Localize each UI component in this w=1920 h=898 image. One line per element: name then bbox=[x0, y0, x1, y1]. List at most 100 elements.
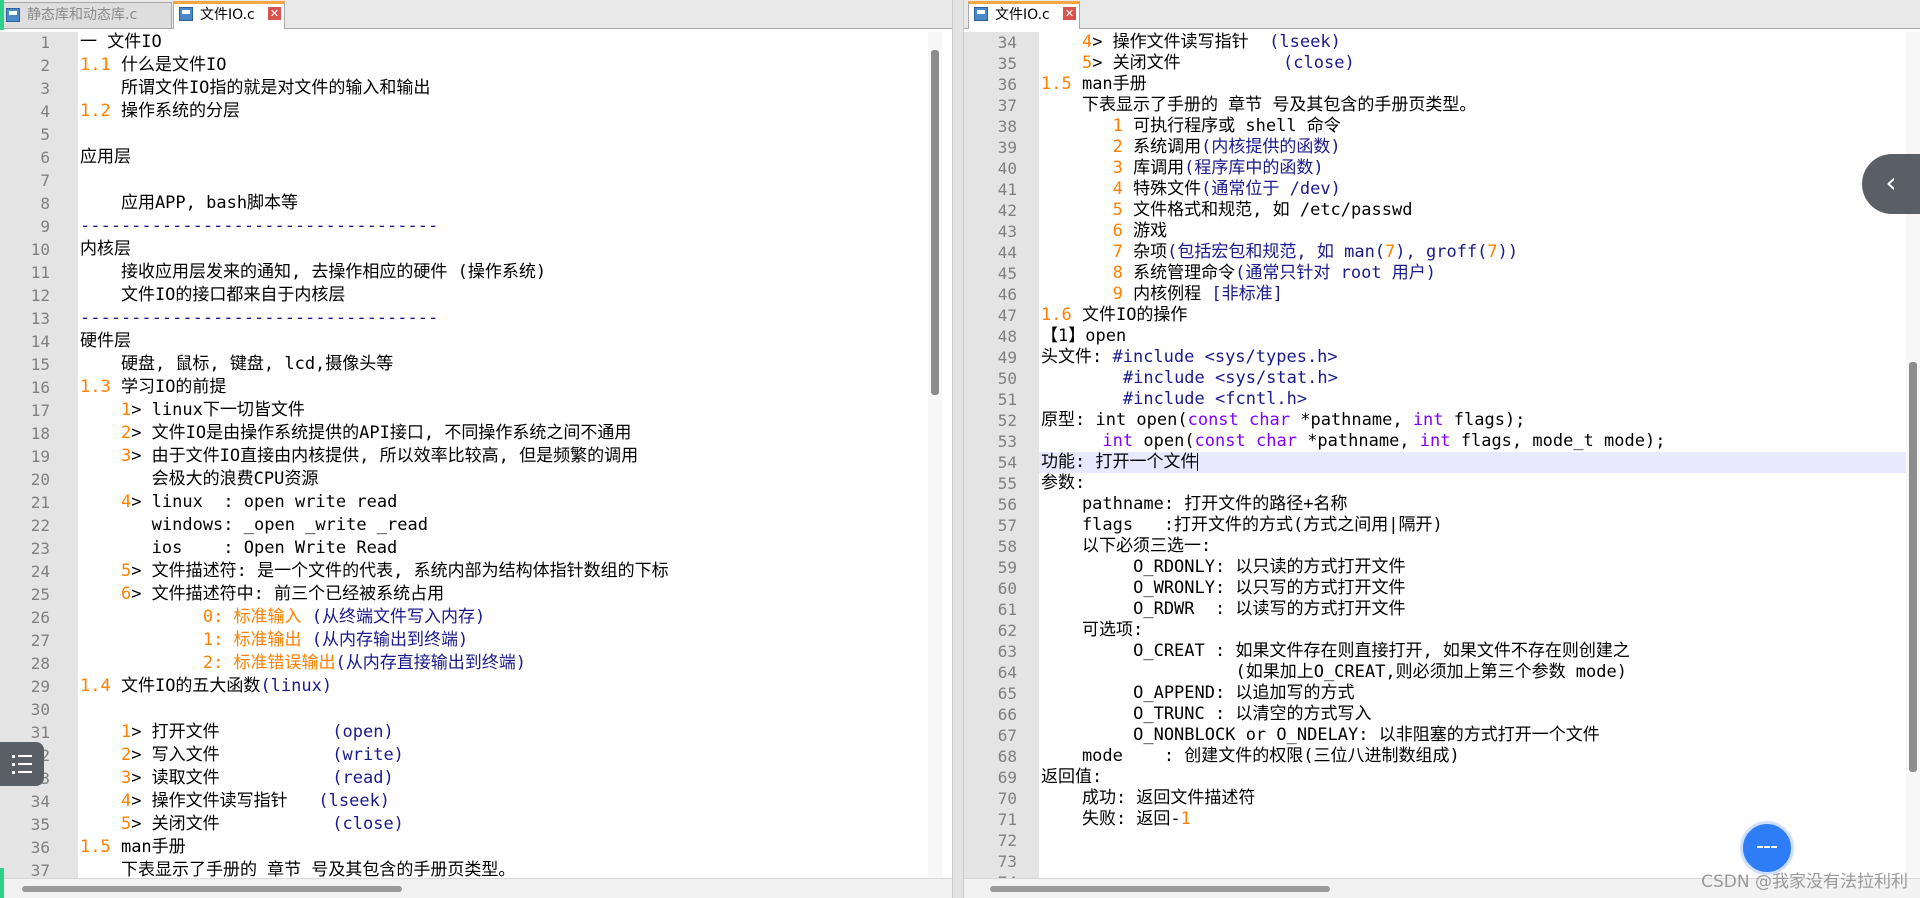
close-icon[interactable]: ✕ bbox=[268, 7, 281, 20]
code-token: 3 bbox=[1112, 158, 1123, 178]
line-number: 53 bbox=[997, 432, 1017, 451]
line-number: 43 bbox=[997, 222, 1017, 241]
code-line: 1.6 文件IO的操作 bbox=[1039, 305, 1920, 326]
code-token: 6 bbox=[120, 584, 132, 604]
right-editor-pane: 文件IO.c ✕ 34 35 36 37 38 39 40 41 42 43 44 45 46 47 48 4… bbox=[964, 0, 1920, 898]
code-token: 系统管理命令 bbox=[1122, 263, 1236, 283]
code-token: 【1】open bbox=[1041, 326, 1127, 346]
code-token: char bbox=[1249, 410, 1290, 430]
code-token: > linux : open write read bbox=[131, 492, 398, 512]
line-number: 65 bbox=[997, 684, 1017, 703]
code-token: (lseek) bbox=[1269, 32, 1341, 52]
code-token: > 关闭文件 bbox=[131, 814, 333, 834]
code-token: > 文件描述符: 是一个文件的代表, 系统内部为结构体指针数组的下标 bbox=[131, 561, 669, 581]
code-token: man手册 bbox=[1071, 74, 1147, 94]
code-token: 3 bbox=[120, 768, 132, 788]
code-token: 成功: 返回文件描述符 bbox=[1041, 788, 1256, 808]
code-line: 4> linux : open write read bbox=[78, 492, 952, 513]
scrollbar-thumb[interactable] bbox=[1909, 362, 1917, 772]
code-token: 应用层 bbox=[80, 147, 131, 167]
code-token: 1.5 bbox=[80, 837, 111, 857]
tab-file-io[interactable]: 文件IO.c ✕ bbox=[968, 1, 1080, 29]
line-number: 12 bbox=[30, 286, 50, 305]
line-number: 23 bbox=[30, 539, 50, 558]
line-number: 44 bbox=[997, 243, 1017, 262]
line-number: 46 bbox=[997, 285, 1017, 304]
line-number: 27 bbox=[30, 631, 50, 650]
line-number: 55 bbox=[997, 474, 1017, 493]
code-token: O_WRONLY: 以只写的方式打开文件 bbox=[1041, 578, 1406, 598]
code-token: 1.5 bbox=[1041, 74, 1072, 94]
line-number: 21 bbox=[30, 493, 50, 512]
code-token: > 关闭文件 bbox=[1092, 53, 1284, 73]
code-token: 2 bbox=[120, 423, 132, 443]
code-token: 5 bbox=[120, 561, 132, 581]
code-token: (close) bbox=[332, 814, 404, 834]
text-caret bbox=[1197, 453, 1199, 471]
right-tab-bar: 文件IO.c ✕ bbox=[964, 0, 1920, 29]
code-line: 2 系统调用(内核提供的函数) bbox=[1039, 137, 1920, 158]
code-token: #include <fcntl.h> bbox=[1122, 389, 1308, 409]
code-line: 下表显示了手册的 章节 号及其包含的手册页类型。 bbox=[1039, 95, 1920, 116]
code-line: 1.4 文件IO的五大函数(linux) bbox=[78, 676, 952, 697]
line-number: 17 bbox=[30, 401, 50, 420]
horizontal-scrollbar[interactable] bbox=[0, 878, 952, 898]
line-number: 10 bbox=[30, 240, 50, 259]
right-code-editor[interactable]: 34 35 36 37 38 39 40 41 42 43 44 45 46 47 48 49 50 51 52 53… bbox=[964, 32, 1920, 892]
code-token: O_APPEND: 以追加写的方式 bbox=[1041, 683, 1355, 703]
tab-file-io[interactable]: 文件IO.c ✕ bbox=[173, 1, 285, 29]
code-token: 头文件: bbox=[1041, 347, 1113, 367]
code-line: 下表显示了手册的 章节 号及其包含的手册页类型。 bbox=[78, 860, 952, 878]
code-token: (从内存输出到终端) bbox=[301, 630, 469, 650]
code-token: 学习IO的前提 bbox=[110, 377, 227, 397]
close-icon[interactable]: ✕ bbox=[1063, 7, 1076, 20]
vertical-scrollbar[interactable] bbox=[928, 32, 942, 878]
code-line: 2> 写入文件 (write) bbox=[78, 745, 952, 766]
left-code-editor[interactable]: 1 2 3 4 5 6 7 8 9 10 11 12 13 14 15 16 17 18 19 20 21 22 23 24 2… bbox=[0, 32, 952, 880]
chevron-left-icon[interactable]: ‹ bbox=[1862, 154, 1920, 214]
code-area[interactable]: 一 文件IO 1.1 什么是文件IO 所谓文件IO指的就是对文件的输入和输出 1.2… bbox=[78, 32, 952, 878]
code-token: flags); bbox=[1443, 410, 1526, 430]
toc-dot bbox=[12, 771, 15, 774]
code-token: 5 bbox=[120, 814, 132, 834]
code-token: (从内存直接输出到终端) bbox=[335, 653, 527, 673]
line-number: 14 bbox=[30, 332, 50, 351]
code-line: windows: _open _write _read bbox=[78, 515, 952, 536]
toc-dot bbox=[12, 755, 15, 758]
toc-bar bbox=[18, 755, 32, 757]
code-line: 功能: 打开一个文件 bbox=[1039, 452, 1920, 473]
line-number: 62 bbox=[997, 621, 1017, 640]
code-line: O_RDONLY: 以只读的方式打开文件 bbox=[1039, 557, 1920, 578]
scrollbar-thumb[interactable] bbox=[931, 50, 939, 395]
scrollbar-thumb[interactable] bbox=[990, 886, 1330, 892]
line-number: 11 bbox=[30, 263, 50, 282]
code-line: 2: 标准错误输出(从内存直接输出到终端) bbox=[78, 653, 952, 674]
code-token: )) bbox=[1497, 242, 1519, 262]
code-line: 1.5 man手册 bbox=[78, 837, 952, 858]
code-token: *pathname, bbox=[1289, 410, 1413, 430]
code-area[interactable]: 4> 操作文件读写指针 (lseek) 5> 关闭文件 (close) 1.5 m… bbox=[1039, 32, 1920, 878]
line-number: 26 bbox=[30, 608, 50, 627]
toc-list-icon[interactable] bbox=[0, 742, 44, 786]
code-token: > 由于文件IO直接由内核提供, 所以效率比较高, 但是频繁的调用 bbox=[131, 446, 639, 466]
code-token: pathname: 打开文件的路径+名称 bbox=[1041, 494, 1348, 514]
code-token: 文件IO的五大函数 bbox=[110, 676, 261, 696]
scrollbar-thumb[interactable] bbox=[22, 886, 402, 892]
code-token: man手册 bbox=[110, 837, 186, 857]
green-edge-marker bbox=[0, 0, 4, 30]
tab-static-dynamic-lib[interactable]: 静态库和动态库.c bbox=[0, 2, 172, 28]
code-line: 所谓文件IO指的就是对文件的输入和输出 bbox=[78, 78, 952, 99]
code-token: char bbox=[1256, 431, 1297, 451]
code-line: O_WRONLY: 以只写的方式打开文件 bbox=[1039, 578, 1920, 599]
code-line: 硬件层 bbox=[78, 331, 952, 352]
code-line: 会极大的浪费CPU资源 bbox=[78, 469, 952, 490]
code-token: 文件IO的接口都来自于内核层 bbox=[80, 285, 346, 305]
pane-splitter[interactable] bbox=[952, 0, 964, 898]
